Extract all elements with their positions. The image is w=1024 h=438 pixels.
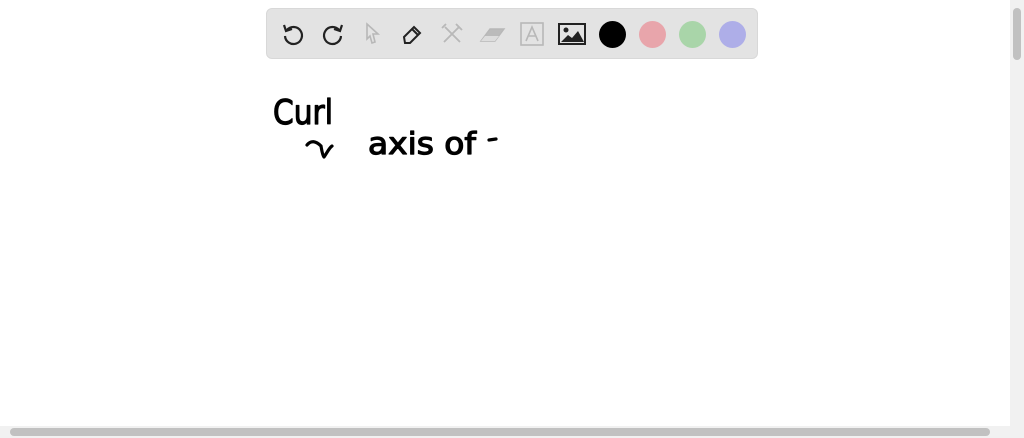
pen-icon [402,25,422,44]
handwriting-dash [487,137,498,142]
eraser-button[interactable] [477,19,507,49]
handwriting-arrow [305,140,334,159]
color-swatch-blue[interactable] [719,21,746,48]
image-icon [558,23,586,45]
horizontal-scroll-thumb[interactable] [10,428,990,436]
redo-icon [322,24,344,46]
whiteboard-canvas[interactable]: Curl axis of [0,0,1010,426]
undo-icon [282,24,304,46]
tools-icon [441,23,463,43]
select-button[interactable] [357,19,387,49]
text-button[interactable] [517,19,547,49]
undo-button[interactable] [278,19,308,49]
tools-button[interactable] [437,19,467,49]
eraser-icon [479,28,506,42]
color-swatch-green[interactable] [679,21,706,48]
pen-button[interactable] [397,19,427,49]
drawing-toolbar [266,8,758,59]
select-icon [366,22,381,45]
vertical-scroll-thumb[interactable] [1013,8,1021,60]
vertical-scrollbar[interactable] [1010,0,1024,426]
redo-button[interactable] [318,19,348,49]
color-swatch-black[interactable] [599,21,626,48]
horizontal-scrollbar[interactable] [0,426,1024,438]
image-button[interactable] [557,19,587,49]
text-icon [520,22,544,46]
color-swatch-red[interactable] [639,21,666,48]
handwriting-axis-of: axis of [368,127,478,162]
handwriting-curl: Curl [273,93,333,133]
handwritten-notes: Curl axis of [272,92,498,163]
